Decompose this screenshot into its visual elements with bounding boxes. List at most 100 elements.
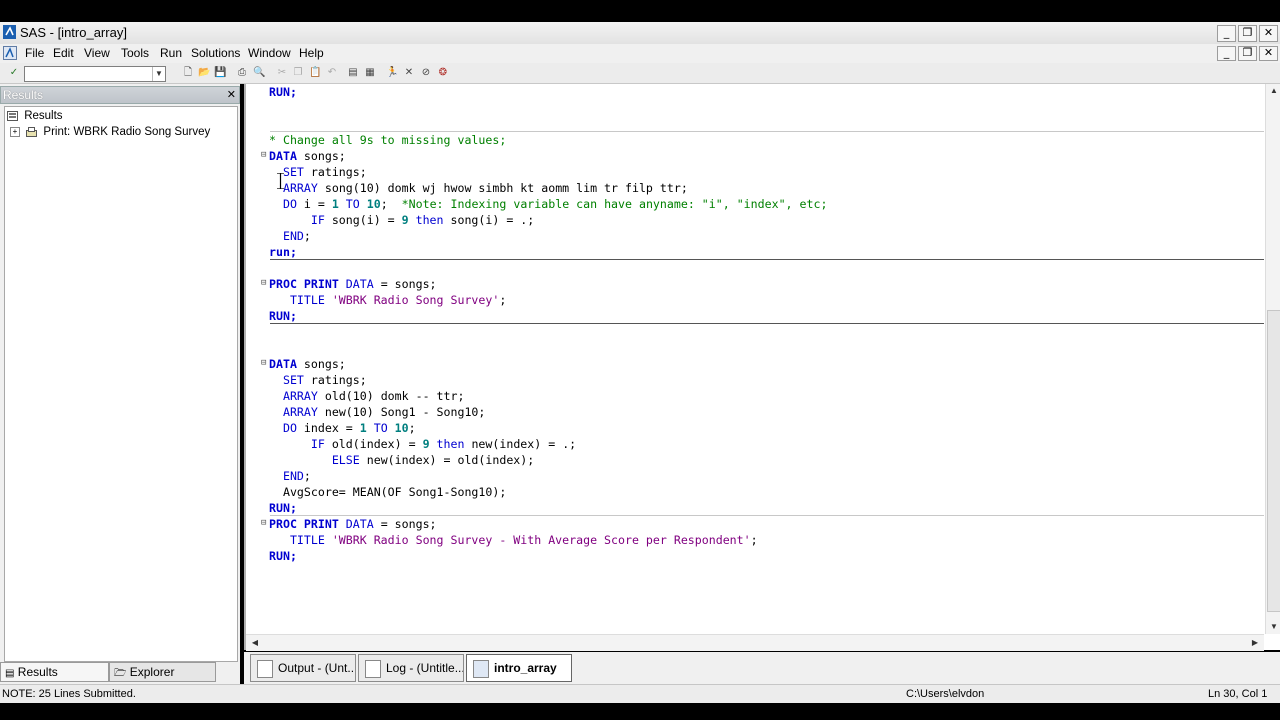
code-token: TITLE xyxy=(269,533,325,547)
scroll-thumb[interactable] xyxy=(1267,310,1280,612)
close-button[interactable]: ✕ xyxy=(1259,25,1278,42)
explorer-tab-icon: 🗁 xyxy=(114,668,127,679)
code-token: PROC PRINT xyxy=(269,517,339,531)
help-icon[interactable]: ❂ xyxy=(437,67,449,79)
code-line[interactable]: RUN; xyxy=(269,548,297,564)
code-token: END xyxy=(269,229,304,243)
undo-icon[interactable]: ↶ xyxy=(326,67,338,79)
scroll-left-icon[interactable]: ◀ xyxy=(248,635,262,651)
tree-item-label: Print: WBRK Radio Song Survey xyxy=(43,126,211,138)
code-token: 'WBRK Radio Song Survey - With Average S… xyxy=(324,533,751,547)
scroll-down-icon[interactable]: ▼ xyxy=(1266,620,1280,634)
code-line[interactable]: END; xyxy=(269,468,311,484)
code-line[interactable]: DO i = 1 TO 10; *Note: Indexing variable… xyxy=(269,196,828,212)
code-token: ; xyxy=(303,229,311,243)
code-line[interactable]: DATA songs; xyxy=(269,148,346,164)
code-token: ratings; xyxy=(303,165,367,179)
copy-icon[interactable]: ❐ xyxy=(292,67,304,79)
doc-close-button[interactable]: ✕ xyxy=(1259,46,1278,61)
expand-icon[interactable]: + xyxy=(10,126,20,137)
vertical-scrollbar[interactable]: ▲ ▼ xyxy=(1265,84,1280,634)
code-line[interactable]: PROC PRINT DATA = songs; xyxy=(269,516,437,532)
sas-doc-icon[interactable] xyxy=(3,46,17,60)
menu-tools[interactable]: Tools xyxy=(121,46,149,60)
horizontal-scrollbar[interactable]: ◀ ▶ xyxy=(246,634,1264,651)
submit-run-icon[interactable]: 🏃 xyxy=(386,67,398,79)
close-pane-icon[interactable]: ✕ xyxy=(227,88,236,101)
code-line[interactable]: ARRAY song(10) domk wj hwow simbh kt aom… xyxy=(269,180,688,196)
code-line[interactable]: AvgScore= MEAN(OF Song1-Song10); xyxy=(269,484,506,500)
scroll-right-icon[interactable]: ▶ xyxy=(1248,635,1262,651)
print-icon[interactable]: ⎙ xyxy=(236,67,248,79)
menu-view[interactable]: View xyxy=(84,46,110,60)
break-icon[interactable]: ⊘ xyxy=(420,67,432,79)
program-editor[interactable]: RUN; * Change all 9s to missing values; DA… xyxy=(244,84,1280,651)
code-token: 'WBRK Radio Song Survey' xyxy=(324,293,500,307)
code-line[interactable]: IF song(i) = 9 then song(i) = .; xyxy=(269,212,534,228)
save-icon[interactable]: 💾 xyxy=(214,67,226,79)
code-line[interactable]: RUN; xyxy=(269,84,297,100)
command-box[interactable]: ▼ xyxy=(24,66,166,82)
code-token: * Change all 9s to missing values; xyxy=(269,133,507,147)
tree-item-print[interactable]: + Print: WBRK Radio Song Survey xyxy=(10,126,210,138)
code-area[interactable]: RUN; * Change all 9s to missing values; DA… xyxy=(246,84,1264,634)
output-window-icon xyxy=(257,659,273,678)
code-line[interactable]: ARRAY new(10) Song1 - Song10; xyxy=(269,404,485,420)
code-token: SET xyxy=(269,165,304,179)
fold-marker-icon[interactable]: ⊟ xyxy=(261,358,266,368)
code-token: old(index) = xyxy=(324,437,423,451)
checkmark-icon[interactable]: ✓ xyxy=(8,67,20,79)
code-line[interactable]: ELSE new(index) = old(index); xyxy=(269,452,534,468)
new-library-icon[interactable]: ▤ xyxy=(347,67,359,79)
results-folder-icon xyxy=(7,110,18,121)
code-line[interactable]: RUN; xyxy=(269,500,297,516)
menu-file[interactable]: File xyxy=(25,46,44,60)
tab-intro-array[interactable]: intro_array xyxy=(466,654,572,682)
scroll-up-icon[interactable]: ▲ xyxy=(1266,84,1280,98)
menu-window[interactable]: Window xyxy=(248,46,291,60)
results-tab-icon: ▤ xyxy=(5,668,15,679)
tab-explorer[interactable]: 🗁 Explorer xyxy=(109,662,216,682)
code-line[interactable]: run; xyxy=(269,244,297,260)
code-token: old(10) domk -- ttr; xyxy=(317,389,465,403)
status-message: NOTE: 25 Lines Submitted. xyxy=(2,688,136,700)
code-token: DO xyxy=(269,197,297,211)
fold-marker-icon[interactable]: ⊟ xyxy=(261,518,266,528)
minimize-button[interactable]: _ xyxy=(1217,25,1236,42)
tab-results[interactable]: ▤ Results xyxy=(0,662,109,682)
code-line[interactable]: TITLE 'WBRK Radio Song Survey'; xyxy=(269,292,506,308)
restore-button[interactable]: ❐ xyxy=(1238,25,1257,42)
explorer-icon[interactable]: ▦ xyxy=(364,67,376,79)
code-line[interactable]: IF old(index) = 9 then new(index) = .; xyxy=(269,436,576,452)
code-line[interactable]: RUN; xyxy=(269,308,297,324)
code-line[interactable]: END; xyxy=(269,228,311,244)
code-token: IF xyxy=(269,213,325,227)
fold-marker-icon[interactable]: ⊟ xyxy=(261,150,266,160)
open-folder-icon[interactable]: 📂 xyxy=(198,67,210,79)
fold-marker-icon[interactable]: ⊟ xyxy=(261,278,266,288)
code-line[interactable]: SET ratings; xyxy=(269,372,367,388)
code-line[interactable]: PROC PRINT DATA = songs; xyxy=(269,276,437,292)
paste-icon[interactable]: 📋 xyxy=(309,67,321,79)
tree-item-results[interactable]: Results xyxy=(7,110,63,122)
new-file-icon[interactable]: 🗋 xyxy=(182,67,194,79)
doc-minimize-button[interactable]: _ xyxy=(1217,46,1236,61)
menu-solutions[interactable]: Solutions xyxy=(191,46,240,60)
code-token: ARRAY xyxy=(269,389,318,403)
clear-all-icon[interactable]: ✕ xyxy=(403,67,415,79)
code-line[interactable]: DATA songs; xyxy=(269,356,346,372)
print-preview-icon[interactable]: 🔍 xyxy=(253,67,265,79)
tab-output[interactable]: Output - (Unt... xyxy=(250,654,356,682)
cut-icon[interactable]: ✂ xyxy=(276,67,288,79)
menu-run[interactable]: Run xyxy=(160,46,182,60)
code-line[interactable]: TITLE 'WBRK Radio Song Survey - With Ave… xyxy=(269,532,758,548)
doc-restore-button[interactable]: ❐ xyxy=(1238,46,1257,61)
code-token: ; xyxy=(408,421,416,435)
chevron-down-icon[interactable]: ▼ xyxy=(152,67,165,81)
menu-edit[interactable]: Edit xyxy=(53,46,74,60)
code-line[interactable]: ARRAY old(10) domk -- ttr; xyxy=(269,388,465,404)
code-line[interactable]: DO index = 1 TO 10; xyxy=(269,420,416,436)
menu-help[interactable]: Help xyxy=(299,46,324,60)
code-line[interactable]: * Change all 9s to missing values; xyxy=(269,132,506,148)
tab-log[interactable]: Log - (Untitle... xyxy=(358,654,464,682)
